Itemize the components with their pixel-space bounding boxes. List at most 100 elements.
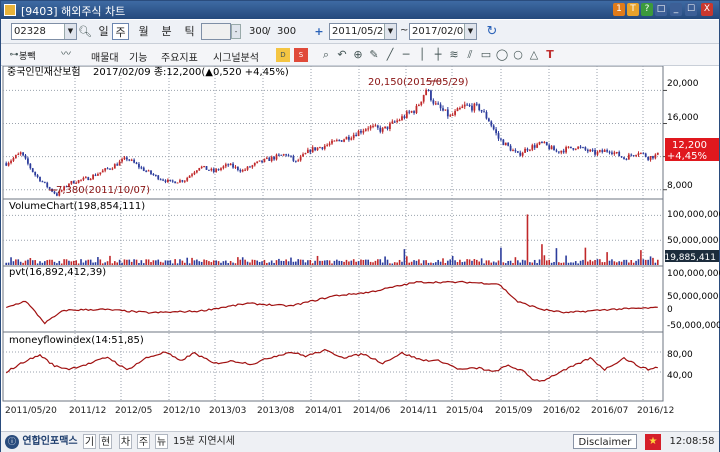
candle-body [487,118,490,122]
disclaimer-button[interactable]: Disclaimer [573,434,637,449]
x-axis-label: 2013/03 [209,406,246,416]
candle-body [514,150,517,152]
volume-bar [570,262,572,265]
help-icon[interactable]: ? [641,3,653,16]
data-icon[interactable]: D [276,48,290,62]
function-menu[interactable]: 기능 [129,49,147,64]
candle-body [236,166,239,171]
volume-bar [531,262,534,265]
code-input[interactable]: 02328 ▼ [11,23,77,40]
volume-bar [200,261,203,265]
candle-body [150,170,152,174]
horizontal-line-icon[interactable]: ─ [399,48,413,62]
rectangle-icon[interactable]: ▭ [479,48,493,62]
channel-icon[interactable]: ⫽ [463,48,477,62]
volume-bar [483,263,485,265]
candle-type-label[interactable]: 봉빽 [19,49,36,62]
chart-grid [2,66,664,402]
candle-body [608,151,611,153]
candle-body [502,139,505,146]
candle-body [323,145,326,149]
period-minute[interactable]: 분 [158,23,175,40]
add-icon[interactable]: + [312,25,326,39]
candle-body [164,180,167,182]
signal-analysis-menu[interactable]: 시그널분석 [213,49,259,64]
volume-bar [410,261,413,265]
tick-unit-input[interactable] [201,23,231,40]
volume-bar [17,259,20,265]
screenshot-icon[interactable]: □ [655,3,667,16]
minimize-button[interactable]: _ [670,3,682,16]
volume-bar [558,262,560,265]
candle-body [306,149,309,154]
volume-bar [529,262,531,265]
candle-body [360,130,362,133]
tick-unit-dropdown-icon[interactable]: - [231,24,241,39]
candle-body [574,148,577,150]
period-day[interactable]: 일 [95,23,112,40]
crosshair-icon[interactable]: ⊕ [351,48,365,62]
search-icon[interactable]: 🔍︎ [78,25,92,39]
period-week[interactable]: 주 [112,23,129,40]
status-button-cha[interactable]: 차 [119,434,132,449]
buy-sell-volume-button[interactable]: 매물대 [91,49,119,64]
volume-bar [374,260,377,265]
candle-body [367,128,370,130]
stop-icon[interactable]: S [294,48,308,62]
count-value[interactable]: 300 [249,26,268,37]
stock-chart[interactable]: 2011/05/20 2011/12 2012/05 2012/10 2013/03 20… [1,66,720,430]
end-date-dropdown-icon[interactable]: ▼ [464,24,476,39]
candle-body [413,111,415,113]
undo-icon[interactable]: ↶ [335,48,349,62]
volume-bar [567,262,570,265]
candle-body [321,147,324,149]
indicator-menu[interactable]: 주요지표 [161,49,198,64]
volume-bar [369,261,372,265]
status-button-nyu[interactable]: 뉴 [155,434,168,449]
volume-bar [582,259,584,265]
text-icon[interactable]: T [627,3,639,16]
candle-body [92,174,94,179]
zoom-icon[interactable]: ⌕ [319,48,333,62]
triangle-icon[interactable]: △ [527,48,541,62]
volume-bar [533,259,536,265]
volume-bar [579,260,582,265]
maximize-button[interactable]: ☐ [685,3,697,16]
volume-bar [246,261,249,265]
volume-bar [232,262,234,265]
cross-line-icon[interactable]: ┼ [431,48,445,62]
volume-bar [215,260,217,265]
line-chart-icon[interactable]: 〰 [59,48,73,62]
volume-bar [239,259,242,265]
start-date-input[interactable]: 2011/05/20 ▼ [329,23,397,40]
delay-notice: 15분 지연시세 [173,436,235,447]
refresh-icon[interactable]: ↻ [485,25,499,39]
code-dropdown-icon[interactable]: ▼ [64,24,76,39]
x-axis-label: 2014/06 [353,406,391,416]
status-button-ju[interactable]: 주 [137,434,150,449]
status-button-gi[interactable]: 기 [83,434,96,449]
candle-body [326,144,329,146]
circle-icon[interactable]: ○ [511,48,525,62]
period-tick[interactable]: 틱 [181,23,198,40]
candle-body [531,145,534,150]
candle-body [384,126,386,129]
candle-body [152,173,155,176]
volume-bar [46,260,49,265]
trendline-icon[interactable]: ╱ [383,48,397,62]
fibonacci-icon[interactable]: ≋ [447,48,461,62]
period-month[interactable]: 월 [135,23,152,40]
candle-body [285,154,288,156]
volume-panel [5,214,659,265]
volume-bar [480,258,483,265]
start-date-dropdown-icon[interactable]: ▼ [384,24,396,39]
volume-bar [565,255,567,265]
ellipse-icon[interactable]: ◯ [495,48,509,62]
pin-icon[interactable]: 1 [613,3,625,16]
status-button-hyeon[interactable]: 현 [99,434,112,449]
close-button[interactable]: X [701,3,713,16]
text-tool-icon[interactable]: T [543,48,557,62]
eraser-icon[interactable]: ✎ [367,48,381,62]
vertical-line-icon[interactable]: │ [415,48,429,62]
end-date-input[interactable]: 2017/02/09 ▼ [409,23,477,40]
